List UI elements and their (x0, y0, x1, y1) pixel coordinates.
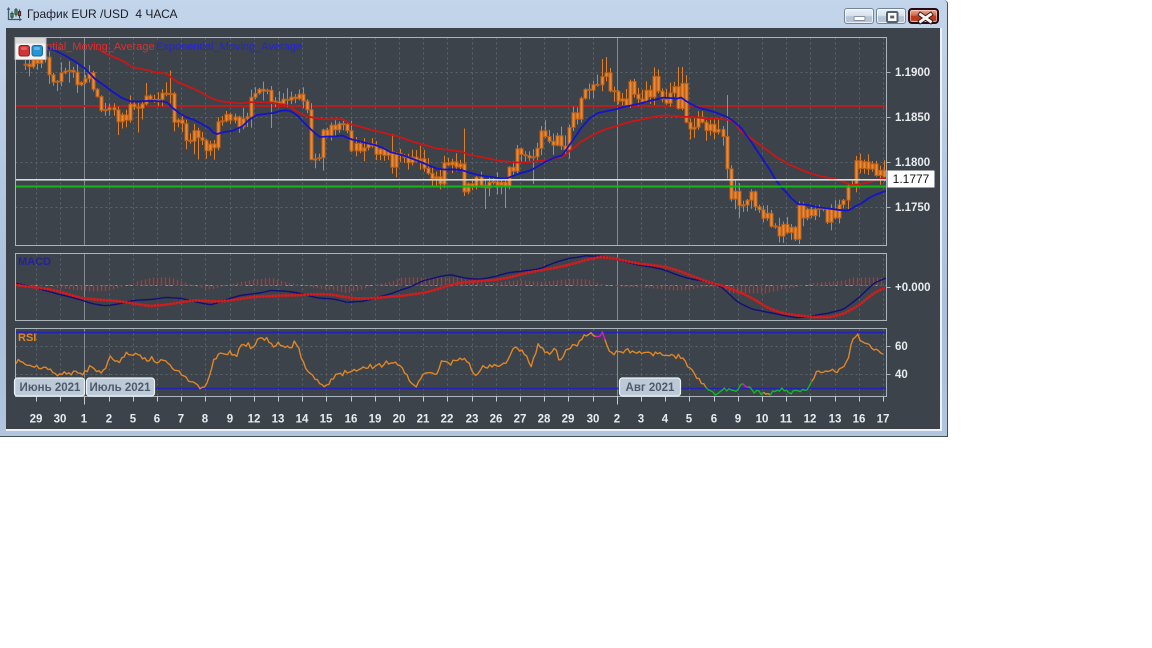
svg-text:9: 9 (735, 414, 741, 426)
svg-text:28: 28 (538, 414, 551, 426)
svg-text:8: 8 (202, 414, 209, 426)
svg-text:23: 23 (466, 414, 479, 426)
svg-text:20: 20 (393, 414, 406, 426)
svg-text:17: 17 (877, 414, 890, 426)
svg-text:7: 7 (178, 414, 184, 426)
svg-text:2: 2 (614, 414, 620, 426)
svg-text:RSI: RSI (18, 332, 36, 344)
svg-text:13: 13 (829, 414, 842, 426)
svg-text:Авг 2021: Авг 2021 (626, 382, 676, 394)
svg-text:6: 6 (711, 414, 717, 426)
svg-text:ntial_Moving_Average: ntial_Moving_Average (46, 41, 155, 53)
svg-text:19: 19 (369, 414, 382, 426)
svg-text:12: 12 (248, 414, 261, 426)
svg-text:1.1900: 1.1900 (895, 67, 930, 79)
svg-text:5: 5 (130, 414, 137, 426)
svg-text:+0.000: +0.000 (895, 282, 931, 294)
svg-text:1.1750: 1.1750 (895, 202, 930, 214)
svg-text:29: 29 (30, 414, 43, 426)
svg-text:16: 16 (853, 414, 866, 426)
svg-text:Июнь 2021: Июнь 2021 (20, 382, 81, 394)
svg-text:30: 30 (587, 414, 600, 426)
svg-text:13: 13 (272, 414, 285, 426)
svg-text:14: 14 (296, 414, 309, 426)
svg-text:26: 26 (490, 414, 503, 426)
svg-text:1: 1 (81, 414, 88, 426)
svg-text:MACD: MACD (18, 256, 51, 268)
svg-text:1.1777: 1.1777 (893, 172, 930, 186)
svg-text:27: 27 (514, 414, 527, 426)
svg-text:11: 11 (780, 414, 793, 426)
svg-text:30: 30 (54, 414, 67, 426)
svg-text:6: 6 (154, 414, 160, 426)
svg-text:12: 12 (804, 414, 817, 426)
svg-text:9: 9 (227, 414, 233, 426)
svg-text:60: 60 (895, 341, 908, 353)
svg-text:2: 2 (106, 414, 112, 426)
svg-text:16: 16 (345, 414, 358, 426)
svg-text:Exponential_Moving_Average: Exponential_Moving_Average (156, 41, 302, 53)
svg-text:21: 21 (417, 414, 430, 426)
svg-text:3: 3 (638, 414, 644, 426)
svg-text:10: 10 (756, 414, 769, 426)
svg-text:29: 29 (562, 414, 575, 426)
svg-text:Июль 2021: Июль 2021 (90, 382, 152, 394)
svg-text:22: 22 (441, 414, 454, 426)
svg-text:40: 40 (895, 369, 908, 381)
svg-text:1.1800: 1.1800 (895, 157, 930, 169)
svg-text:4: 4 (662, 414, 669, 426)
svg-text:5: 5 (686, 414, 693, 426)
svg-text:1.1850: 1.1850 (895, 112, 930, 124)
svg-text:15: 15 (320, 414, 333, 426)
